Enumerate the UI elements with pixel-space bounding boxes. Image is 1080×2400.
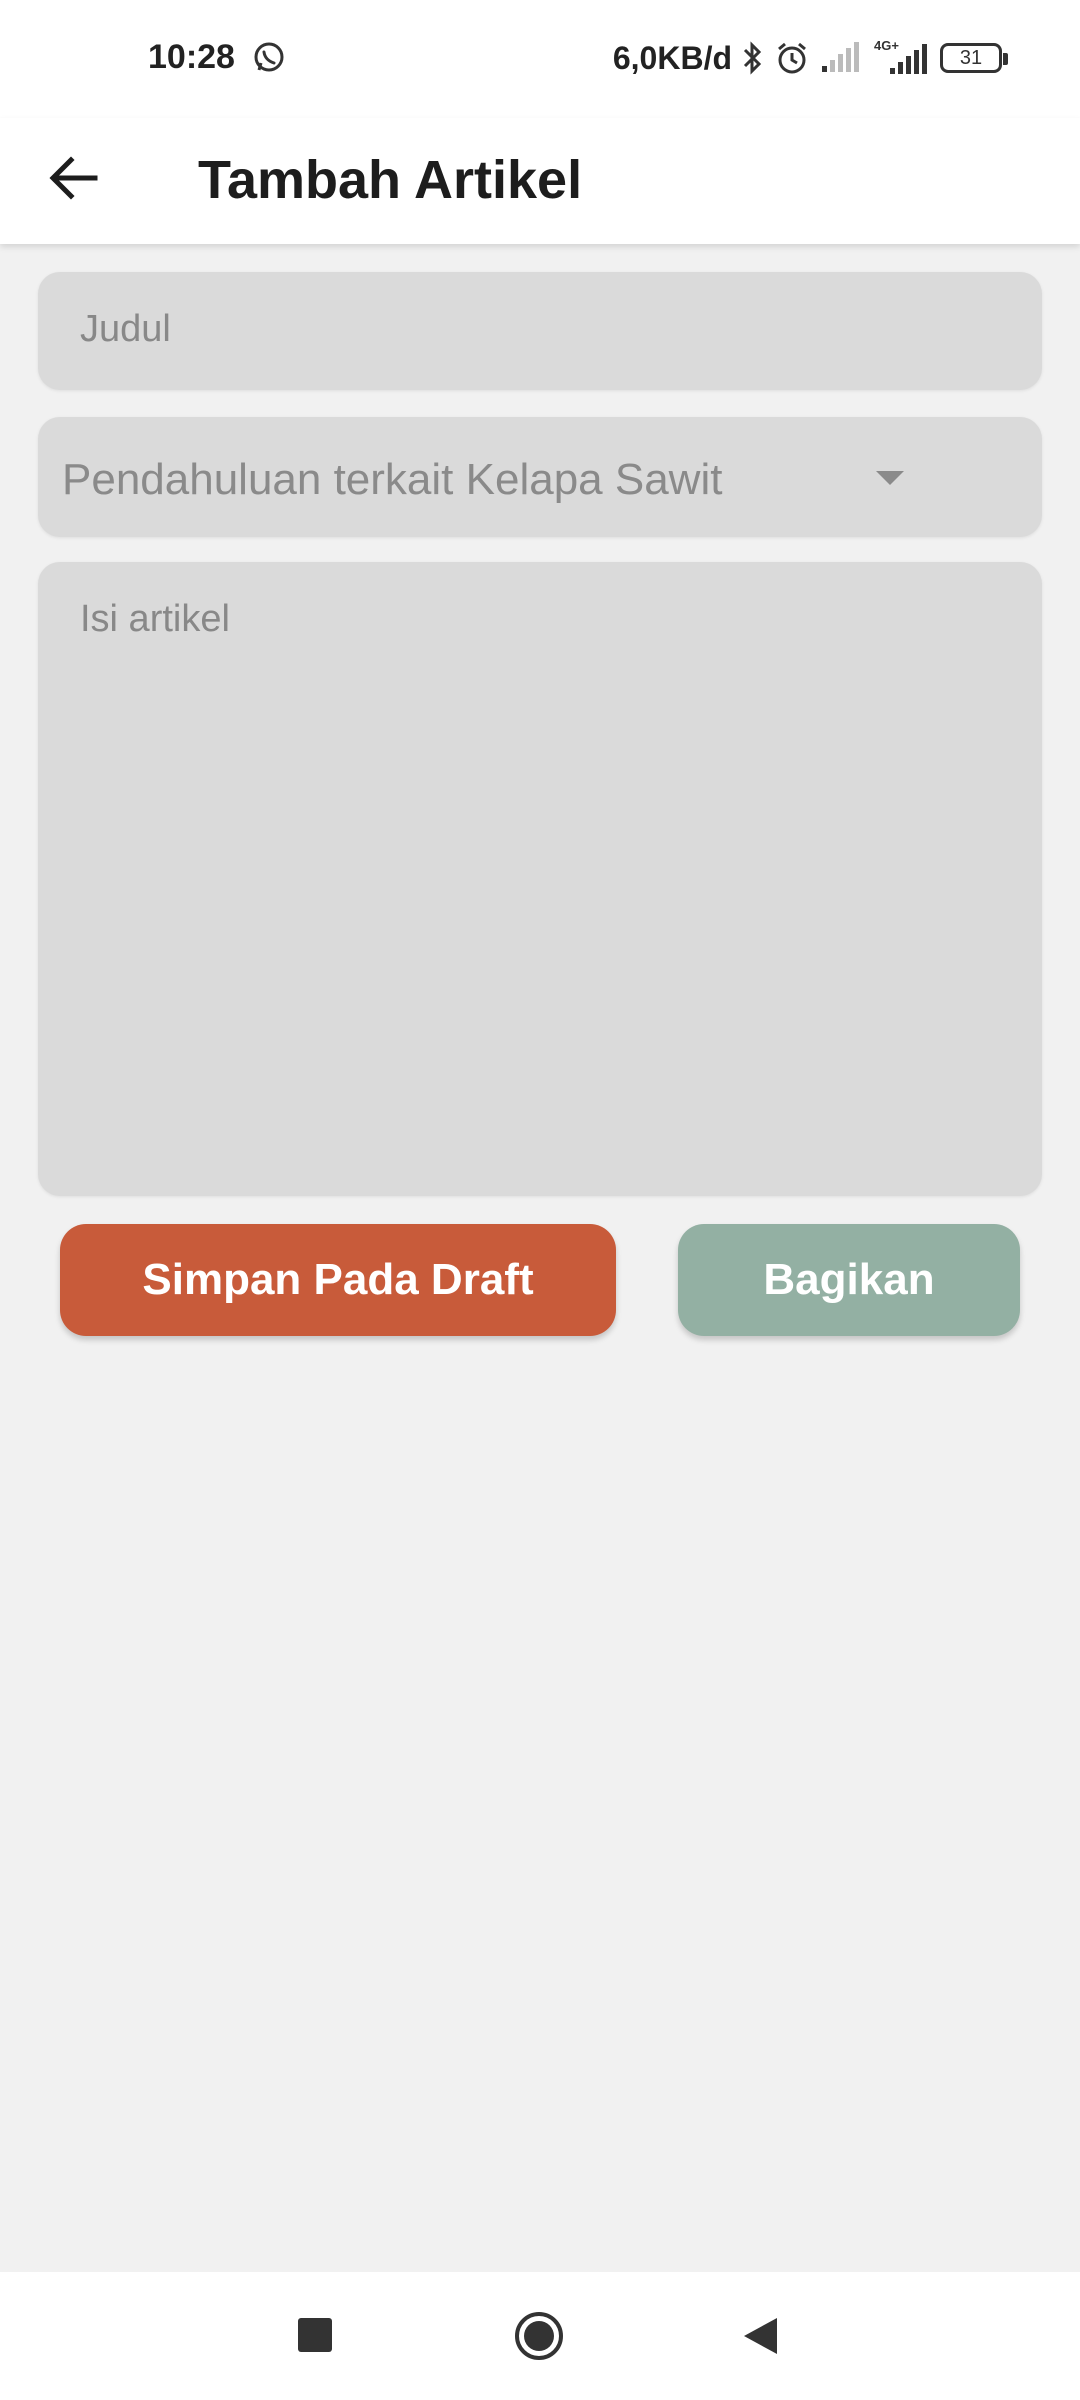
- article-body-textarea[interactable]: Isi artikel: [38, 562, 1042, 1196]
- status-icons: 6,0KB/d 4G+ 31: [612, 36, 1008, 80]
- share-button[interactable]: Bagikan: [678, 1224, 1020, 1336]
- title-input[interactable]: Judul: [38, 272, 1042, 390]
- back-button[interactable]: [34, 138, 114, 218]
- page-title: Tambah Artikel: [198, 150, 583, 210]
- recent-apps-icon[interactable]: [298, 2318, 332, 2352]
- back-icon[interactable]: [741, 2316, 779, 2356]
- arrow-left-icon: [49, 156, 98, 200]
- save-draft-button[interactable]: Simpan Pada Draft: [60, 1224, 616, 1336]
- title-placeholder: Judul: [80, 308, 171, 350]
- category-dropdown[interactable]: Pendahuluan terkait Kelapa Sawit: [38, 417, 1042, 537]
- whatsapp-icon: [254, 42, 284, 72]
- category-selected-value: Pendahuluan terkait Kelapa Sawit: [62, 455, 723, 504]
- article-body-placeholder: Isi artikel: [80, 598, 230, 640]
- battery-icon: 31: [940, 43, 1008, 73]
- network-speed: 6,0KB/d: [612, 39, 732, 76]
- home-icon[interactable]: [513, 2310, 565, 2362]
- status-bar: 10:28 6,0KB/d 4G+ 31: [0, 0, 1080, 118]
- system-nav-bar: [0, 2272, 1080, 2400]
- signal-4g-icon: 4G+: [872, 38, 930, 76]
- status-time: 10:28: [148, 38, 235, 76]
- dropdown-arrow-icon: [876, 471, 904, 485]
- bluetooth-icon: [743, 41, 762, 75]
- app-bar: Tambah Artikel: [0, 118, 1080, 244]
- signal-icon: [822, 42, 859, 72]
- alarm-icon: [778, 42, 806, 74]
